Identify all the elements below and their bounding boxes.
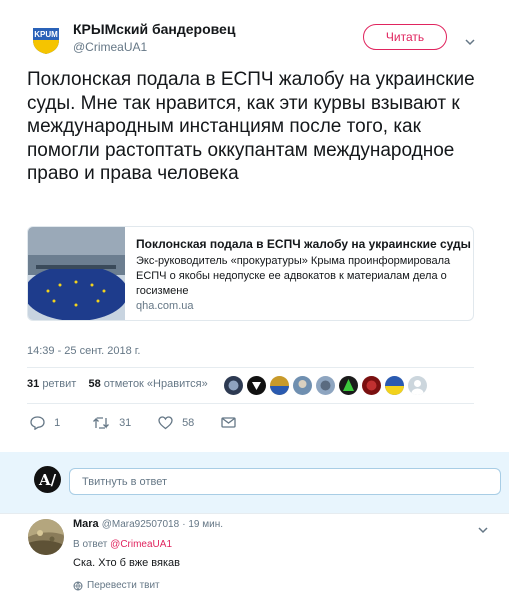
globe-icon xyxy=(73,581,83,590)
retweets-count: 31 xyxy=(27,378,40,390)
envelope-icon xyxy=(221,417,236,428)
card-title[interactable]: Поклонская подала в ЕСПЧ жалобу на украи… xyxy=(136,237,471,251)
likes-count: 58 xyxy=(88,378,101,390)
direct-message-action[interactable] xyxy=(221,416,236,429)
reply-author-name[interactable]: Mara xyxy=(73,518,99,530)
likes-label: отметок «Нравится» xyxy=(103,378,208,390)
retweet-action[interactable]: 31 xyxy=(92,416,131,430)
translate-label: Перевести твит xyxy=(87,580,160,591)
author-avatar[interactable]: KPUM xyxy=(28,20,64,56)
reply-text: Ска. Хто б вже вякав xyxy=(73,557,180,569)
liker-avatar[interactable] xyxy=(339,376,358,395)
in-reply-to: В ответ @CrimeaUA1 xyxy=(73,539,172,550)
retweet-icon xyxy=(93,417,109,429)
reply-author-avatar[interactable] xyxy=(28,519,64,555)
author-display-name[interactable]: КРЫМский бандеровец xyxy=(73,21,235,37)
like-action[interactable]: 58 xyxy=(158,416,194,430)
tweet-timestamp[interactable]: 14:39 - 25 сент. 2018 г. xyxy=(27,345,140,357)
more-options-icon[interactable] xyxy=(465,33,475,51)
divider xyxy=(0,513,509,514)
reply-author-handle[interactable]: @Mara92507018 xyxy=(102,519,179,530)
reply-action[interactable]: 1 xyxy=(30,416,61,431)
reply-author-line[interactable]: Mara @Mara92507018 · 19 мин. xyxy=(73,518,223,530)
reply-icon xyxy=(30,416,45,431)
current-user-avatar[interactable]: A/ xyxy=(34,466,61,493)
divider xyxy=(27,367,474,368)
liker-avatar[interactable] xyxy=(316,376,335,395)
reply-time[interactable]: · 19 мин. xyxy=(182,519,223,530)
heart-icon xyxy=(158,416,173,430)
card-domain: qha.com.ua xyxy=(136,300,194,312)
svg-text:KPUM: KPUM xyxy=(34,30,58,39)
author-handle[interactable]: @CrimeaUA1 xyxy=(73,40,147,54)
engagement-stats[interactable]: 31 ретвит 58 отметок «Нравится» xyxy=(27,378,208,390)
liker-avatar[interactable] xyxy=(362,376,381,395)
liker-avatar[interactable] xyxy=(408,376,427,395)
liker-avatar[interactable] xyxy=(385,376,404,395)
tweet-text: Поклонская подала в ЕСПЧ жалобу на украи… xyxy=(27,69,475,184)
link-card[interactable]: Поклонская подала в ЕСПЧ жалобу на украи… xyxy=(27,226,474,321)
card-description: Экс-руководитель «прокуратуры» Крыма про… xyxy=(136,255,451,297)
card-thumbnail xyxy=(28,227,128,320)
liker-avatar[interactable] xyxy=(247,376,266,395)
divider xyxy=(27,403,474,404)
in-reply-prefix: В ответ xyxy=(73,539,108,550)
follow-button[interactable]: Читать xyxy=(363,24,447,50)
retweet-count: 31 xyxy=(119,416,132,429)
liker-avatar[interactable] xyxy=(224,376,243,395)
in-reply-handle-link[interactable]: @CrimeaUA1 xyxy=(110,539,172,550)
liker-avatar[interactable] xyxy=(270,376,289,395)
translate-tweet-link[interactable]: Перевести твит xyxy=(73,580,160,591)
reply-more-options-icon[interactable] xyxy=(478,521,488,539)
liker-avatar[interactable] xyxy=(293,376,312,395)
reply-input[interactable]: Твитнуть в ответ xyxy=(69,468,501,495)
like-count: 58 xyxy=(182,416,195,429)
reply-count: 1 xyxy=(54,416,61,429)
retweets-label: ретвит xyxy=(42,378,77,390)
